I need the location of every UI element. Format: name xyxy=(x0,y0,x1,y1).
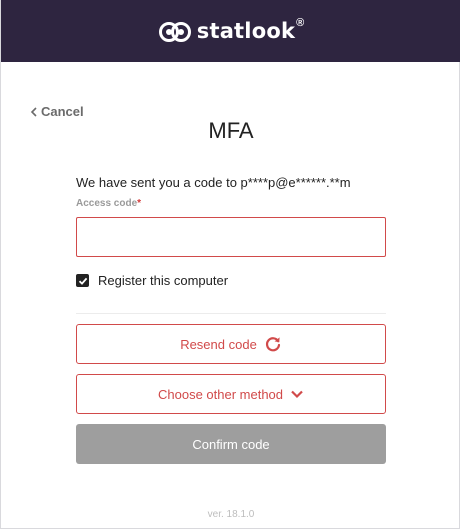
access-code-label-text: Access code xyxy=(76,198,138,209)
confirm-code-button[interactable]: Confirm code xyxy=(76,424,386,464)
choose-other-method-label: Choose other method xyxy=(157,386,284,402)
brand-name: statlook xyxy=(196,19,296,43)
access-code-label: Access code* xyxy=(76,198,141,209)
resend-code-label: Resend code xyxy=(180,336,257,352)
required-mark: * xyxy=(137,198,142,209)
code-sent-message: We have sent you a code to p****p@e*****… xyxy=(76,175,351,190)
page-title: MFA xyxy=(208,118,254,143)
brand: statlook ® xyxy=(158,17,305,44)
registered-mark: ® xyxy=(296,17,305,29)
checkbox-checked-icon[interactable] xyxy=(76,274,89,287)
chevron-left-icon xyxy=(30,106,37,117)
refresh-icon xyxy=(264,335,282,353)
statlook-logo-icon xyxy=(158,22,191,42)
chevron-down-icon xyxy=(290,389,304,399)
version-label: ver. 18.1.0 xyxy=(207,509,255,520)
choose-other-method-button[interactable]: Choose other method xyxy=(76,374,386,414)
access-code-input[interactable] xyxy=(76,217,386,257)
resend-code-button[interactable]: Resend code xyxy=(76,324,386,364)
login-panel: statlook ® Cancel MFA We have sent you a… xyxy=(0,0,460,529)
register-computer-label: Register this computer xyxy=(98,273,229,288)
register-computer-checkbox[interactable]: Register this computer xyxy=(76,273,228,288)
divider xyxy=(76,313,386,314)
cancel-link[interactable]: Cancel xyxy=(30,104,84,119)
cancel-label: Cancel xyxy=(41,104,84,119)
checkmark-icon xyxy=(78,277,87,285)
app-header: statlook ® xyxy=(1,0,460,62)
